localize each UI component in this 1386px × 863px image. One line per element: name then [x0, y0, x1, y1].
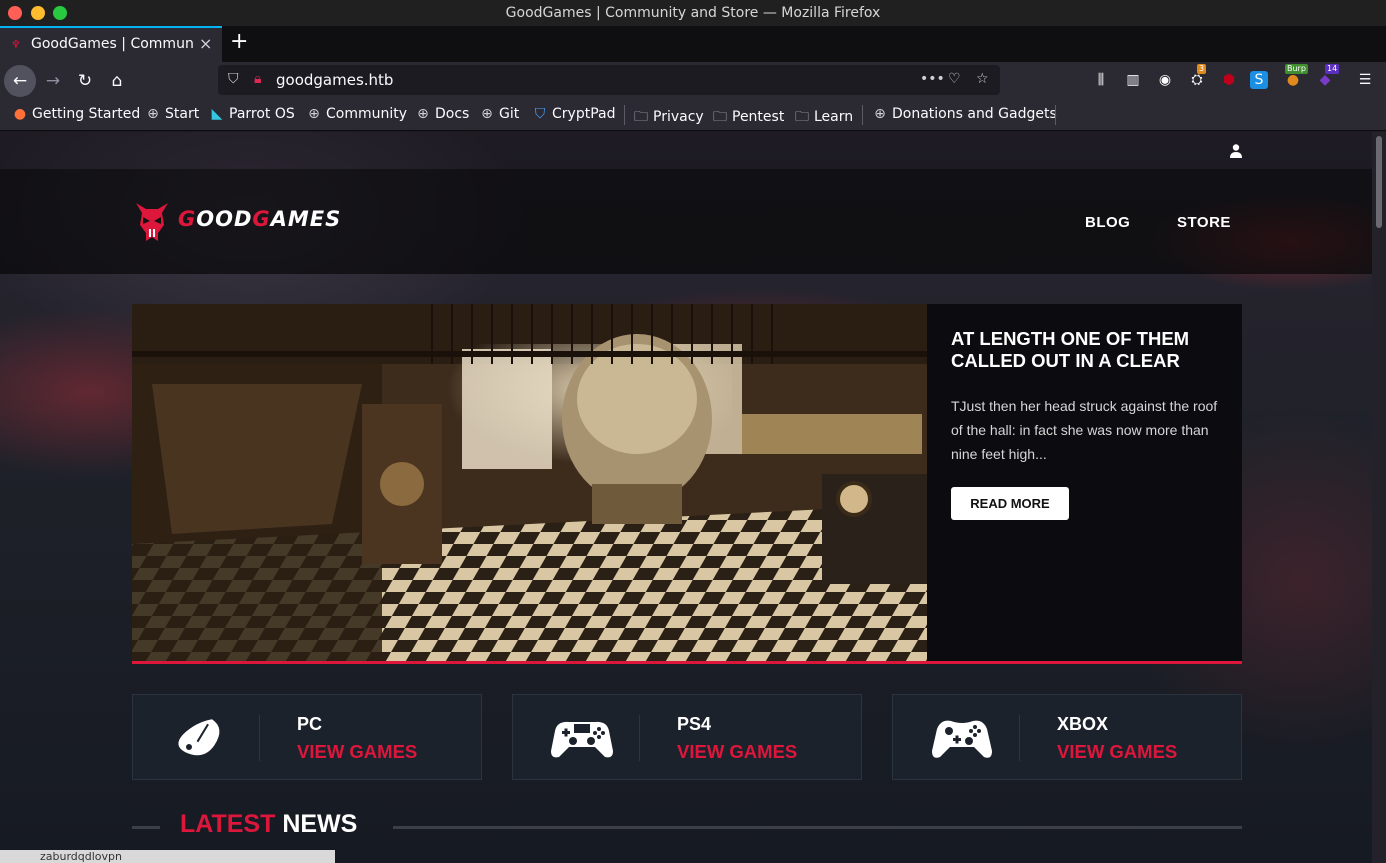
bookmark-star-icon[interactable]: ☆ [976, 71, 989, 87]
ps4-controller-icon [551, 721, 613, 758]
read-more-button[interactable]: READ MORE [951, 487, 1069, 520]
globe-icon: ⊕ [874, 106, 886, 122]
extension-tampermonkey-icon[interactable]: ⛭ 3 [1187, 64, 1207, 90]
globe-icon: ⊕ [417, 106, 429, 122]
extension-s-icon[interactable]: S [1250, 71, 1268, 89]
steampunk-room-image [132, 304, 927, 661]
goodgames-favicon-icon: ♆ [11, 38, 21, 51]
window-title: GoodGames | Community and Store — Mozill… [505, 5, 881, 21]
category-ps4[interactable]: PS4 VIEW GAMES [512, 694, 862, 780]
scrollbar-thumb[interactable] [1376, 136, 1382, 228]
shield-icon[interactable]: ⛉ [228, 71, 239, 87]
bookmark-folder-privacy[interactable]: 🗀︎ Privacy [633, 106, 704, 130]
extension-purple-icon[interactable]: ◆ 14 [1315, 64, 1340, 90]
sidebar-icon[interactable]: ▥ [1123, 70, 1143, 90]
ublock-icon[interactable]: ⬢ [1219, 70, 1239, 90]
logo-wordmark: GOODGAMES [178, 207, 342, 231]
category-name: PC [297, 714, 323, 734]
category-pc[interactable]: PC VIEW GAMES [132, 694, 482, 780]
folder-icon: 🗀︎ [795, 109, 809, 125]
globe-icon: ⊕ [481, 106, 493, 122]
minimize-window-button[interactable] [31, 6, 45, 20]
category-xbox[interactable]: XBOX VIEW GAMES [892, 694, 1242, 780]
demon-skull-logo-icon [136, 203, 168, 241]
view-games-link[interactable]: VIEW GAMES [297, 741, 417, 763]
foxyproxy-icon[interactable]: ● Burp [1283, 64, 1308, 90]
bookmark-cryptpad[interactable]: ⛉ CryptPad [532, 106, 616, 122]
maximize-window-button[interactable] [53, 6, 67, 20]
url-bar[interactable]: ⛉ 🔒︎ goodgames.htb ••• ♡ ☆ [218, 65, 1000, 95]
category-name: PS4 [677, 714, 712, 734]
globe-icon: ⊕ [147, 106, 159, 122]
window-titlebar: GoodGames | Community and Store — Mozill… [0, 0, 1386, 26]
view-games-link[interactable]: VIEW GAMES [1057, 741, 1177, 763]
url-text[interactable]: goodgames.htb [276, 71, 393, 89]
account-icon[interactable]: ◉ [1155, 70, 1175, 90]
category-separator [1019, 715, 1020, 761]
bookmark-getting-started[interactable]: ● Getting Started [12, 106, 140, 122]
menu-hamburger-icon[interactable]: ☰ [1355, 70, 1375, 90]
tab-title: GoodGames | Community and Store [31, 36, 193, 52]
heading-rule-right [393, 826, 1242, 829]
bookmark-folder-learn[interactable]: 🗀︎ Learn [794, 106, 853, 130]
category-name: XBOX [1057, 714, 1109, 734]
hero-title[interactable]: AT LENGTH ONE OF THEM CALLED OUT IN A CL… [951, 328, 1231, 372]
parrot-icon: ◣ [211, 106, 223, 122]
hero-image[interactable] [132, 304, 927, 661]
page-scrollbar[interactable] [1372, 132, 1386, 863]
library-icon[interactable]: ⫼ [1091, 70, 1111, 90]
extension-badge-14: 14 [1325, 64, 1340, 74]
folder-icon: 🗀︎ [634, 109, 648, 125]
active-tab[interactable]: ♆ GoodGames | Community and Store × [0, 26, 222, 62]
bookmark-separator [1055, 105, 1056, 125]
tab-strip: ♆ GoodGames | Community and Store × + [0, 26, 1386, 62]
cryptpad-icon: ⛉ [534, 106, 546, 122]
home-button[interactable]: ⌂ [101, 65, 133, 97]
view-games-link[interactable]: VIEW GAMES [677, 741, 797, 763]
globe-icon: ⊕ [308, 106, 320, 122]
xbox-controller-icon [932, 720, 992, 758]
nav-blog-link[interactable]: BLOG [1085, 214, 1130, 231]
bookmarks-bar: ● Getting Started ⊕ Start ◣ Parrot OS ⊕ Comm… [0, 99, 1386, 131]
category-separator [639, 715, 640, 761]
folder-icon: 🗀︎ [713, 109, 727, 125]
insecure-lock-icon[interactable]: 🔒︎ [254, 71, 261, 87]
bookmark-separator [862, 105, 863, 125]
new-tab-button[interactable]: + [230, 29, 248, 54]
hero-info-panel: AT LENGTH ONE OF THEM CALLED OUT IN A CL… [927, 304, 1242, 661]
reload-button[interactable]: ↻ [69, 65, 101, 97]
site-logo[interactable]: GOODGAMES [132, 197, 340, 247]
bookmark-start[interactable]: ⊕ Start [145, 106, 199, 122]
bookmark-docs[interactable]: ⊕ Docs [415, 106, 469, 122]
site-header: GOODGAMES BLOG STORE [0, 169, 1372, 274]
mouse-icon [178, 719, 220, 756]
back-button[interactable]: ← [4, 65, 36, 97]
forward-button[interactable]: → [37, 65, 69, 97]
bookmark-separator [624, 105, 625, 125]
section-title: LATEST NEWS [180, 810, 358, 838]
heading-rule-left [132, 826, 160, 829]
user-icon[interactable] [1228, 143, 1244, 159]
desktop-window-peek: zaburdqdlovpn [0, 850, 335, 863]
bookmark-folder-pentest[interactable]: 🗀︎ Pentest [712, 106, 784, 130]
category-separator [259, 715, 260, 761]
bookmark-parrot-os[interactable]: ◣ Parrot OS [209, 106, 295, 122]
latest-news-heading: LATEST NEWS [132, 806, 1242, 846]
bookmark-git[interactable]: ⊕ Git [479, 106, 519, 122]
hero-excerpt: TJust then her head struck against the r… [951, 398, 1218, 462]
hero-banner: AT LENGTH ONE OF THEM CALLED OUT IN A CL… [132, 304, 1242, 664]
firefox-icon: ● [13, 106, 27, 122]
close-window-button[interactable] [8, 6, 22, 20]
close-tab-icon[interactable]: × [199, 34, 212, 53]
top-strip [0, 132, 1372, 169]
extension-badge: 3 [1197, 64, 1207, 74]
navigation-bar: ← → ↻ ⌂ ⛉ 🔒︎ goodgames.htb ••• ♡ ☆ ⫼ ▥ ◉… [0, 62, 1386, 99]
pocket-icon[interactable]: ♡ [948, 71, 961, 87]
bookmark-donations-and-gadgets[interactable]: ⊕ Donations and Gadgets [872, 106, 1057, 122]
bookmark-community[interactable]: ⊕ Community [306, 106, 407, 122]
nav-store-link[interactable]: STORE [1177, 214, 1231, 231]
page-actions-icon[interactable]: ••• [920, 71, 945, 87]
web-page: GOODGAMES BLOG STORE AT LENGTH ONE OF TH… [0, 132, 1372, 863]
burp-badge: Burp [1285, 64, 1308, 74]
